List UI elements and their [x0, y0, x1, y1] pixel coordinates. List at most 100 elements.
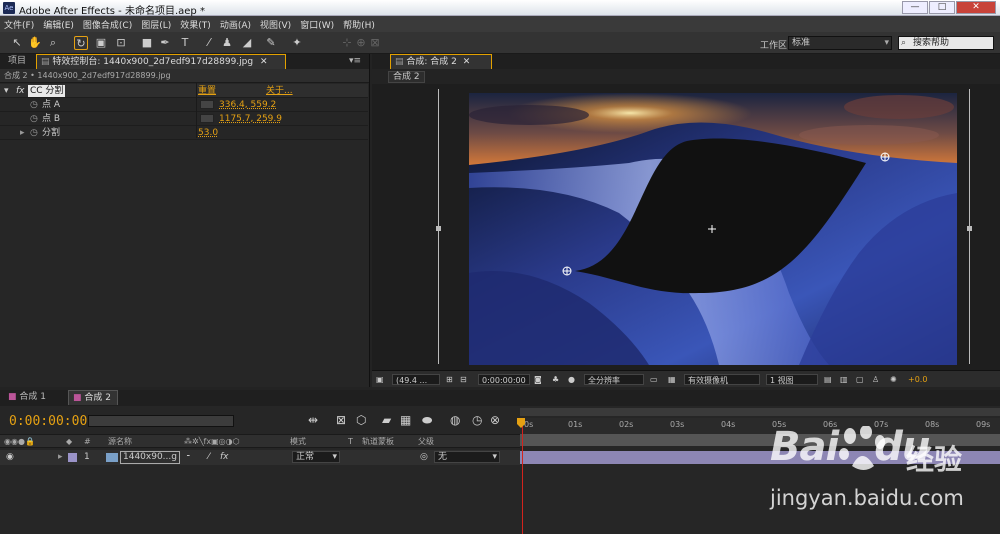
stopwatch-icon[interactable]: ◷	[30, 98, 38, 112]
clone-stamp-tool-icon[interactable]: ♟	[220, 36, 234, 50]
workspace-select[interactable]: 标准 ▾	[788, 36, 892, 50]
menu-file[interactable]: 文件(F)	[4, 18, 34, 31]
live-update-icon[interactable]: ⊠	[336, 413, 346, 427]
work-area-bar[interactable]	[520, 434, 1000, 446]
toggle-transparency-icon[interactable]: ▦	[668, 374, 676, 385]
layer-duration-bar[interactable]	[520, 451, 1000, 464]
auto-keyframe-icon[interactable]: ◷	[472, 413, 482, 427]
parent-select[interactable]: 无 ▾	[434, 451, 500, 463]
always-preview-icon[interactable]: ▣	[376, 374, 384, 385]
zoom-select[interactable]: (49.4 ...	[392, 374, 440, 385]
parent-column[interactable]: 父级	[418, 435, 434, 449]
resolution-select[interactable]: 全分辨率	[584, 374, 644, 385]
fx-icon[interactable]: fx	[16, 84, 25, 98]
timeline-track-area[interactable]: 0s 01s 02s 03s 04s 05s 06s 07s 08s 09s	[517, 406, 1000, 534]
show-channel-icon[interactable]: ●	[568, 374, 575, 385]
puppet-tool-icon[interactable]: ✦	[290, 36, 304, 50]
selection-tool-icon[interactable]: ↖	[10, 36, 24, 50]
text-tool-icon[interactable]: T	[178, 36, 192, 50]
search-help-input[interactable]: ⌕ 搜索帮助	[898, 36, 994, 50]
hide-shy-icon[interactable]: ▰	[382, 413, 391, 427]
region-of-interest-icon[interactable]: ⊞	[446, 374, 453, 385]
point-b-value[interactable]: 1175.7, 259.9	[219, 112, 282, 126]
eraser-tool-icon[interactable]: ◢	[240, 36, 254, 50]
menu-composition[interactable]: 图像合成(C)	[83, 18, 132, 31]
menu-animation[interactable]: 动画(A)	[220, 18, 251, 31]
tab-close-icon[interactable]: ✕	[463, 57, 471, 67]
comp-handle[interactable]	[967, 226, 972, 231]
reset-link[interactable]: 重置	[198, 84, 216, 98]
reset-exposure-icon[interactable]: ✺	[890, 374, 897, 385]
axis-view-icon[interactable]: ⊠	[368, 36, 382, 50]
motion-blur-icon[interactable]: ⬬	[422, 413, 432, 428]
fast-previews-icon[interactable]: ▭	[650, 374, 658, 385]
stopwatch-icon[interactable]: ◷	[30, 112, 38, 126]
expand-arrow-icon[interactable]: ▸	[20, 126, 25, 140]
menu-edit[interactable]: 编辑(E)	[43, 18, 74, 31]
close-button[interactable]: ✕	[956, 1, 996, 14]
zoom-tool-icon[interactable]: ⌕	[46, 36, 60, 50]
graph-editor-icon[interactable]: ⊗	[490, 413, 500, 427]
mode-column[interactable]: 模式	[290, 435, 306, 449]
comp-handle[interactable]	[436, 226, 441, 231]
frame-blending-icon[interactable]: ▦	[400, 413, 411, 427]
axis-world-icon[interactable]: ⊕	[354, 36, 368, 50]
show-snapshot-icon[interactable]: ♣	[552, 374, 559, 385]
rotate-tool-icon[interactable]: ↻	[74, 36, 88, 50]
pen-tool-icon[interactable]: ✒	[158, 36, 172, 50]
table-row[interactable]: ◉ ▸ 1 1440x90...g ⁃ ⁄ fx 正常 ▾ ◎ 无 ▾	[0, 450, 520, 465]
blend-mode-select[interactable]: 正常 ▾	[292, 451, 340, 463]
quality-switch-icon[interactable]: ⁄	[208, 450, 210, 465]
maximize-button[interactable]: □	[929, 1, 955, 14]
source-name-column[interactable]: 源名称	[108, 435, 132, 449]
comp-viewer[interactable]	[372, 84, 1000, 370]
menu-help[interactable]: 帮助(H)	[343, 18, 375, 31]
panel-menu-icon[interactable]: ▾≡	[345, 54, 365, 69]
snapshot-icon[interactable]: ◙	[534, 374, 542, 385]
menu-view[interactable]: 视图(V)	[260, 18, 291, 31]
axis-local-icon[interactable]: ⊹	[340, 36, 354, 50]
effect-switch-icon[interactable]: fx	[220, 450, 229, 465]
flowchart-icon[interactable]: ▢	[856, 374, 864, 385]
menu-effect[interactable]: 效果(T)	[180, 18, 211, 31]
roto-brush-tool-icon[interactable]: ✎	[264, 36, 278, 50]
stopwatch-icon[interactable]: ◷	[30, 126, 38, 140]
expand-arrow-icon[interactable]: ▾	[4, 84, 9, 98]
about-link[interactable]: 关于...	[266, 84, 293, 98]
timeline-icon[interactable]: ▥	[840, 374, 848, 385]
point-a-value[interactable]: 336.4, 559.2	[219, 98, 276, 112]
point-control-icon[interactable]	[200, 114, 214, 123]
tab-project[interactable]: 项目	[4, 54, 30, 69]
pan-behind-tool-icon[interactable]: ⊡	[114, 36, 128, 50]
camera-select[interactable]: 有效摄像机	[684, 374, 760, 385]
tab-comp-2[interactable]: ■ 合成 2 ✕	[68, 390, 118, 418]
comp-flowchart-tab[interactable]: 合成 2	[388, 71, 425, 83]
menu-window[interactable]: 窗口(W)	[300, 18, 334, 31]
brush-tool-icon[interactable]: ⁄	[202, 36, 216, 50]
tab-effect-controls[interactable]: ▤ 特效控制台: 1440x900_2d7edf917d28899.jpg ✕	[36, 54, 286, 69]
tab-composition[interactable]: ▤ 合成: 合成 2 ✕	[390, 54, 492, 69]
hand-tool-icon[interactable]: ✋	[28, 36, 42, 50]
time-navigator[interactable]	[520, 408, 1000, 416]
shy-switch-icon[interactable]: ⁃	[186, 450, 191, 465]
camera-tool-icon[interactable]: ▣	[94, 36, 108, 50]
pixel-aspect-icon[interactable]: ▤	[824, 374, 832, 385]
label-color-icon[interactable]	[68, 453, 77, 462]
point-control-icon[interactable]	[200, 100, 214, 109]
draft-3d-icon[interactable]: ⬡	[356, 413, 366, 427]
current-time-field[interactable]: 0:00:00:00	[478, 374, 530, 385]
comp-mini-flowchart-icon[interactable]: ⇹	[308, 413, 318, 427]
comp-flowchart-icon[interactable]: ♙	[872, 374, 879, 385]
expand-arrow-icon[interactable]: ▸	[58, 450, 63, 465]
tab-close-icon[interactable]: ✕	[260, 57, 268, 67]
brainstorm-icon[interactable]: ◍	[450, 413, 460, 427]
timeline-search-input[interactable]	[88, 415, 234, 427]
split-value[interactable]: 53.0	[198, 126, 218, 140]
minimize-button[interactable]: —	[902, 1, 928, 14]
trkmat-column[interactable]: 轨道蒙板	[362, 435, 394, 449]
timeline-current-time[interactable]: 0:00:00:00	[9, 414, 87, 429]
visibility-eye-icon[interactable]: ◉	[6, 450, 14, 465]
view-layout-select[interactable]: 1 视图	[766, 374, 818, 385]
layer-name[interactable]: 1440x90...g	[120, 451, 180, 464]
pick-whip-icon[interactable]: ◎	[420, 450, 428, 465]
